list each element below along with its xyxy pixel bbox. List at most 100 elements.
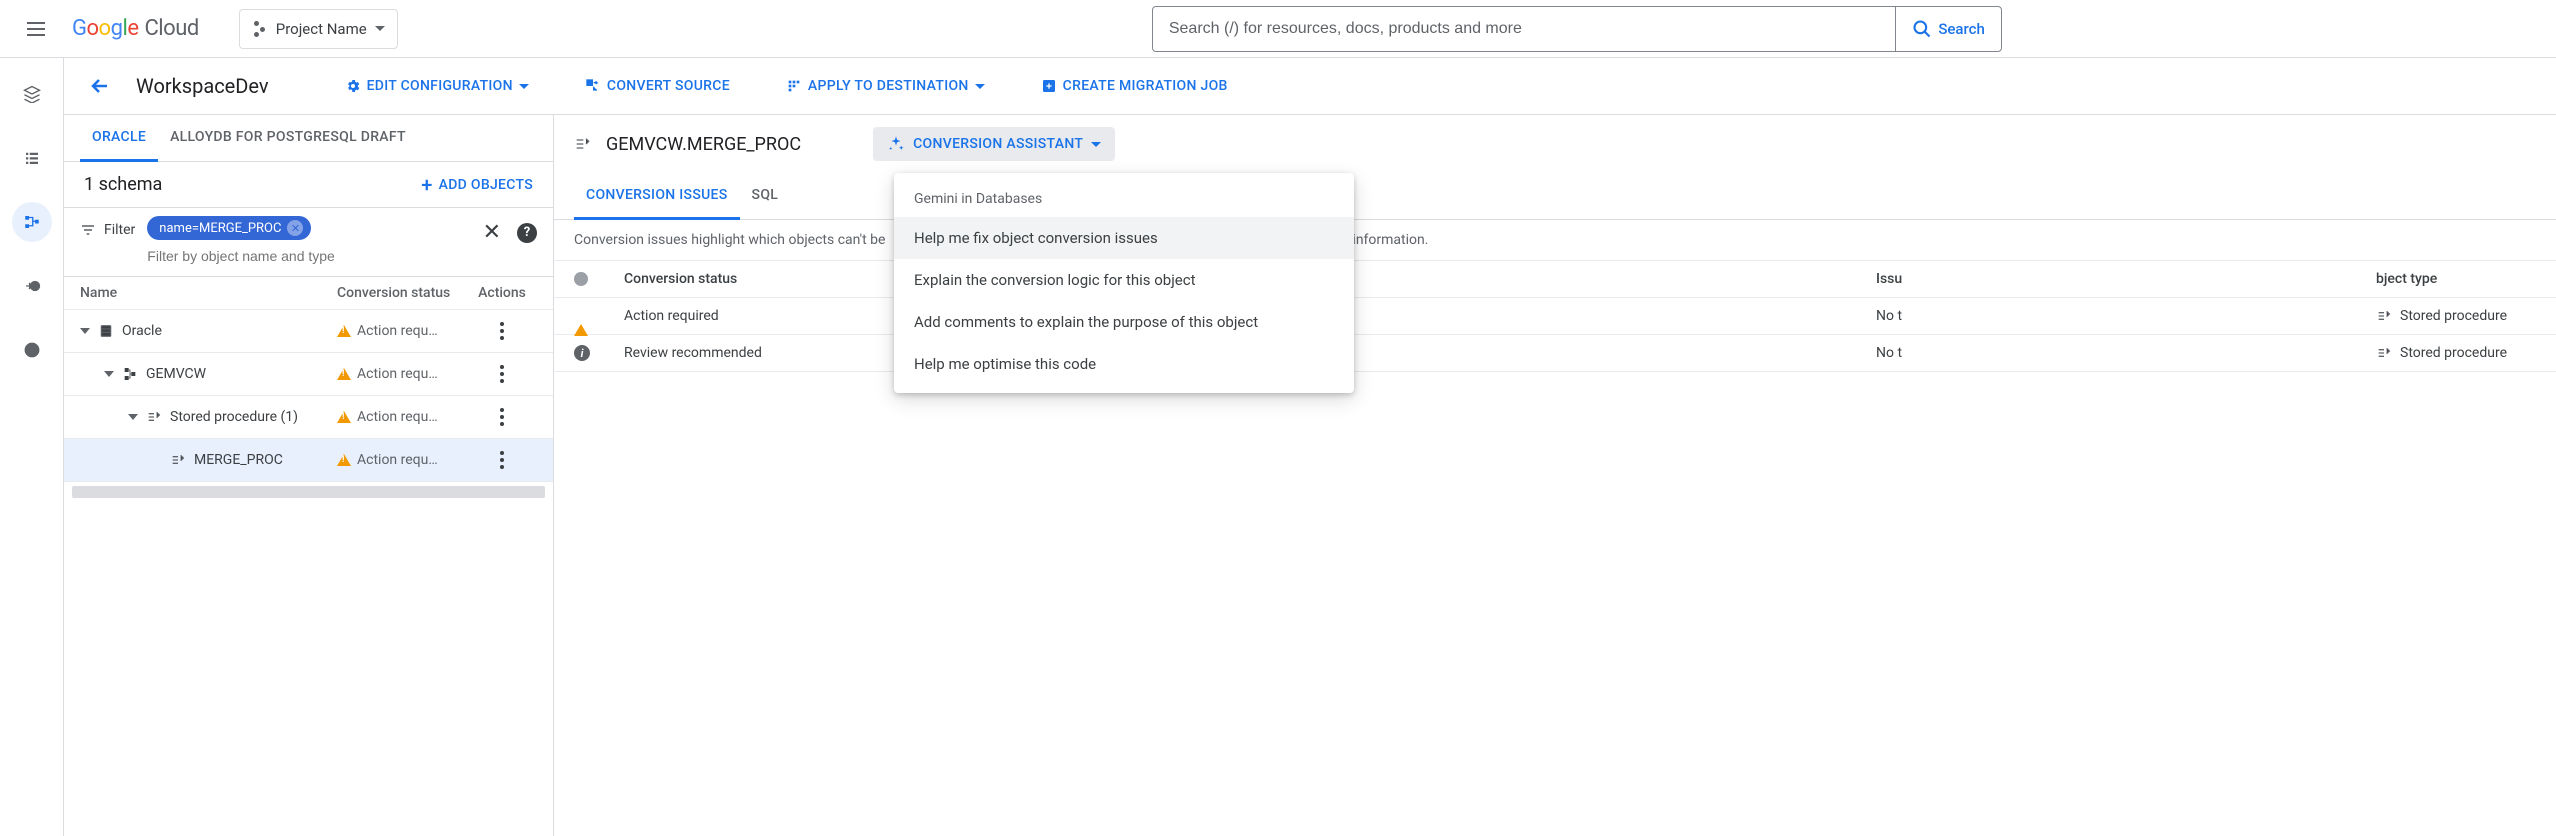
tree-status: Action requ… xyxy=(337,452,467,468)
tree-node-label: MERGE_PROC xyxy=(194,452,283,468)
search-button[interactable]: Search xyxy=(1895,7,2001,51)
detail-tabs: CONVERSION ISSUES SQL xyxy=(554,173,2556,220)
dropdown-item[interactable]: Add comments to explain the purpose of t… xyxy=(894,301,1354,343)
apply-destination-button[interactable]: APPLY TO DESTINATION xyxy=(782,70,989,102)
expand-icon[interactable] xyxy=(128,414,138,420)
filter-bar: Filter name=MERGE_PROC ✕ ✕ ? xyxy=(64,208,553,277)
icon-rail xyxy=(0,58,64,836)
rail-list[interactable] xyxy=(12,138,52,178)
edit-configuration-button[interactable]: EDIT CONFIGURATION xyxy=(341,70,533,102)
tab-conversion-issues[interactable]: CONVERSION ISSUES xyxy=(574,173,740,220)
expand-icon[interactable] xyxy=(80,328,90,334)
hamburger-menu[interactable] xyxy=(16,9,56,49)
tree-row[interactable]: Oracle Action requ… xyxy=(64,310,553,353)
grid-icon xyxy=(786,78,802,94)
issue-obj-type: Stored procedure xyxy=(2376,345,2536,361)
proc-icon xyxy=(574,136,590,152)
filter-chip[interactable]: name=MERGE_PROC ✕ xyxy=(147,216,311,240)
clear-filter-icon[interactable]: ✕ xyxy=(483,220,501,245)
warning-icon xyxy=(337,454,351,466)
row-actions-menu[interactable] xyxy=(496,404,508,430)
add-objects-button[interactable]: + ADD OBJECTS xyxy=(421,175,533,195)
col-status: Conversion status xyxy=(337,285,467,301)
row-actions-menu[interactable] xyxy=(496,361,508,387)
project-name: Project Name xyxy=(276,20,367,38)
status-dot-icon xyxy=(574,272,588,286)
col-name: Name xyxy=(80,285,337,301)
help-icon[interactable]: ? xyxy=(517,223,537,243)
conversion-assistant-button[interactable]: CONVERSION ASSISTANT xyxy=(873,127,1115,161)
google-cloud-logo[interactable]: Google Cloud xyxy=(72,16,199,41)
chevron-down-icon xyxy=(519,84,529,89)
object-title: GEMVCW.MERGE_PROC xyxy=(606,134,801,155)
tree-row[interactable]: Stored procedure (1)Action requ… xyxy=(64,396,553,439)
source-tabs: ORACLE ALLOYDB FOR POSTGRESQL DRAFT xyxy=(64,115,553,162)
info-icon: i xyxy=(574,345,590,361)
right-pane: GEMVCW.MERGE_PROC CONVERSION ASSISTANT C… xyxy=(554,115,2556,836)
conversion-assistant-dropdown: Gemini in Databases Help me fix object c… xyxy=(894,173,1354,393)
tree-row[interactable]: GEMVCWAction requ… xyxy=(64,353,553,396)
gear-icon xyxy=(345,78,361,94)
issues-header: Conversion status Issu bject type xyxy=(554,260,2556,298)
chevron-down-icon xyxy=(1091,142,1101,147)
issues-description: Conversion issues highlight which object… xyxy=(554,220,2556,260)
warning-icon xyxy=(337,411,351,423)
convert-source-button[interactable]: CONVERT SOURCE xyxy=(581,70,734,102)
project-selector[interactable]: Project Name xyxy=(239,9,398,49)
warning-icon xyxy=(574,308,588,336)
schema-count: 1 schema xyxy=(84,174,162,195)
warning-icon xyxy=(337,368,351,380)
filter-input[interactable] xyxy=(147,244,470,268)
rail-globe[interactable] xyxy=(12,330,52,370)
sparkle-icon xyxy=(887,135,905,153)
search-icon xyxy=(1912,19,1932,39)
issue-row[interactable]: iReview recommendedNo tStored procedure xyxy=(554,335,2556,372)
chevron-down-icon xyxy=(375,26,385,31)
topbar: Google Cloud Project Name Search xyxy=(0,0,2556,58)
back-arrow-icon[interactable] xyxy=(88,74,112,98)
chevron-down-icon xyxy=(975,84,985,89)
rail-workspace[interactable] xyxy=(12,202,52,242)
proc-icon xyxy=(170,452,186,468)
col-issue: Issu xyxy=(1876,271,2376,287)
subheader: WorkspaceDev EDIT CONFIGURATION CONVERT … xyxy=(64,58,2556,114)
tab-alloydb[interactable]: ALLOYDB FOR POSTGRESQL DRAFT xyxy=(158,115,418,161)
issue-text: No t xyxy=(1876,308,2376,324)
dropdown-item[interactable]: Help me fix object conversion issues xyxy=(894,217,1354,259)
expand-icon[interactable] xyxy=(104,371,114,377)
warning-icon xyxy=(337,325,351,337)
searchbox: Search xyxy=(1152,6,2002,52)
row-actions-menu[interactable] xyxy=(496,447,508,473)
tree-node-label: GEMVCW xyxy=(146,366,206,382)
tree-status: Action requ… xyxy=(337,323,467,339)
horizontal-scrollbar[interactable] xyxy=(72,486,545,498)
rail-layers[interactable] xyxy=(12,74,52,114)
logo-cloud-text: Cloud xyxy=(144,16,198,41)
filter-icon xyxy=(80,222,96,238)
chip-remove-icon[interactable]: ✕ xyxy=(287,220,303,236)
dropdown-item[interactable]: Explain the conversion logic for this ob… xyxy=(894,259,1354,301)
tree-row[interactable]: MERGE_PROC Action requ… xyxy=(64,439,553,482)
search-input[interactable] xyxy=(1153,20,1895,38)
col-actions: Actions xyxy=(467,285,537,301)
tab-sql[interactable]: SQL xyxy=(740,173,791,219)
workspace-title: WorkspaceDev xyxy=(136,74,269,98)
create-migration-job-button[interactable]: CREATE MIGRATION JOB xyxy=(1037,70,1232,102)
dropdown-item[interactable]: Help me optimise this code xyxy=(894,343,1354,385)
rail-migrate[interactable] xyxy=(12,266,52,306)
tab-oracle[interactable]: ORACLE xyxy=(80,115,158,162)
issue-obj-type: Stored procedure xyxy=(2376,308,2536,324)
plus-icon: + xyxy=(421,175,432,195)
dropdown-header: Gemini in Databases xyxy=(894,181,1354,217)
search-wrap: Search xyxy=(614,6,2540,52)
project-icon xyxy=(252,21,268,37)
left-pane: ORACLE ALLOYDB FOR POSTGRESQL DRAFT 1 sc… xyxy=(64,115,554,836)
issue-row[interactable]: Action requiredNo tStored procedure xyxy=(554,298,2556,335)
row-actions-menu[interactable] xyxy=(496,318,508,344)
convert-icon xyxy=(585,78,601,94)
issue-text: No t xyxy=(1876,345,2376,361)
tree-header: Name Conversion status Actions xyxy=(64,277,553,310)
tree-status: Action requ… xyxy=(337,409,467,425)
tree-node-label: Oracle xyxy=(122,323,162,339)
col-obj-type: bject type xyxy=(2376,271,2536,287)
